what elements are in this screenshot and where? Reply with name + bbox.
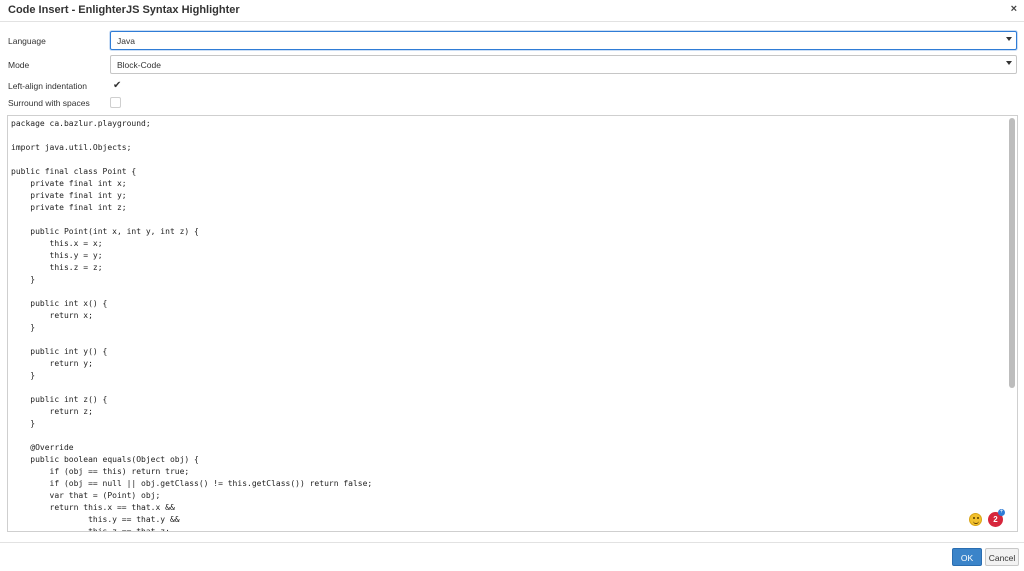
chevron-down-icon (1006, 37, 1012, 41)
mode-label: Mode (8, 60, 30, 70)
code-line: public int y() { (11, 347, 108, 356)
code-line: this.z == that.z; (11, 527, 170, 532)
code-line: if (obj == null || obj.getClass() != thi… (11, 479, 373, 488)
code-editor[interactable]: package ca.bazlur.playground; import java… (7, 115, 1018, 532)
code-line: public Point(int x, int y, int z) { (11, 227, 199, 236)
code-line: var that = (Point) obj; (11, 491, 161, 500)
code-line: public boolean equals(Object obj) { (11, 455, 199, 464)
language-select[interactable]: Java (110, 31, 1017, 50)
code-line: return y; (11, 359, 93, 368)
surround-checkbox[interactable] (110, 97, 121, 108)
dialog-footer (0, 542, 1024, 571)
code-line: this.y == that.y && (11, 515, 180, 524)
code-line: public int x() { (11, 299, 108, 308)
plus-icon: + (998, 509, 1005, 516)
code-line: public int z() { (11, 395, 108, 404)
dialog-header: Code Insert - EnlighterJS Syntax Highlig… (0, 0, 1024, 22)
code-line: private final int z; (11, 203, 127, 212)
emoji-eye (973, 517, 975, 519)
code-line: return z; (11, 407, 93, 416)
chevron-down-icon (1006, 61, 1012, 65)
left-align-label: Left-align indentation (8, 81, 87, 91)
code-line: @Override (11, 443, 74, 452)
code-line: private final int x; (11, 179, 127, 188)
code-line: this.y = y; (11, 251, 103, 260)
code-line: public final class Point { (11, 167, 137, 176)
code-line: import java.util.Objects; (11, 143, 132, 152)
mode-value: Block-Code (117, 60, 161, 70)
code-line: if (obj == this) return true; (11, 467, 190, 476)
surround-label: Surround with spaces (8, 98, 90, 108)
left-align-checkbox[interactable]: ✔ (110, 80, 121, 91)
code-line: return this.x == that.x && (11, 503, 175, 512)
smiley-face-icon[interactable] (969, 513, 982, 526)
editor-scrollbar[interactable] (1008, 118, 1016, 530)
cancel-button[interactable]: Cancel (985, 548, 1019, 566)
code-line: } (11, 275, 36, 284)
dialog-title: Code Insert - EnlighterJS Syntax Highlig… (8, 4, 240, 16)
mode-select[interactable]: Block-Code (110, 55, 1017, 74)
emoji-eye (977, 517, 979, 519)
language-label: Language (8, 36, 46, 46)
code-line: this.z = z; (11, 263, 103, 272)
code-line: return x; (11, 311, 93, 320)
ok-button[interactable]: OK (952, 548, 982, 566)
emoji-mouth (973, 521, 979, 524)
code-line: private final int y; (11, 191, 127, 200)
code-text[interactable]: package ca.bazlur.playground; import java… (11, 118, 1001, 532)
code-line: package ca.bazlur.playground; (11, 119, 151, 128)
code-line: this.x = x; (11, 239, 103, 248)
code-line: } (11, 419, 36, 428)
code-line: } (11, 323, 36, 332)
check-icon: ✔ (113, 80, 122, 91)
language-value: Java (117, 36, 135, 46)
scrollbar-thumb[interactable] (1009, 118, 1015, 388)
close-icon[interactable]: × (1011, 3, 1017, 15)
code-line: } (11, 371, 36, 380)
